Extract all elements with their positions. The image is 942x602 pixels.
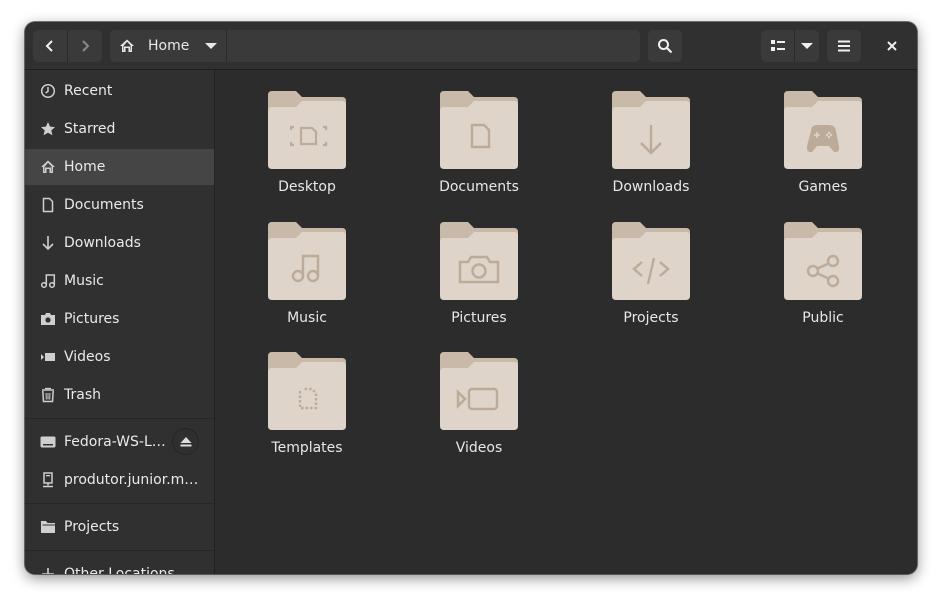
chevron-left-icon [45,40,53,52]
sidebar-item-starred[interactable]: Starred [25,111,214,147]
sidebar-device-network[interactable]: produtor.junior.m… [25,462,214,498]
view-dropdown-button[interactable] [795,30,819,62]
trash-icon [40,387,56,403]
header-bar: Home [25,22,917,70]
sidebar-separator [25,418,214,419]
sidebar-item-label: Downloads [64,235,141,251]
folder-name: Projects [623,310,679,326]
view-mode-button[interactable] [761,30,794,62]
folder-name: Templates [271,440,343,456]
home-icon [40,159,56,175]
sidebar-item-label: Home [64,159,106,175]
sidebar-item-label: Projects [64,519,120,535]
chevron-right-icon [82,40,90,52]
folder-name: Public [802,310,844,326]
sidebar-item-pictures[interactable]: Pictures [25,301,214,337]
folder-name: Downloads [612,179,690,195]
view-options [761,30,819,62]
search-icon [658,39,673,54]
folder-icon [440,91,518,169]
list-view-icon [770,40,785,51]
clock-icon [40,83,56,99]
hamburger-menu-icon [838,40,850,52]
sidebar-item-label: Recent [64,83,113,99]
folder-item-music[interactable]: Music [232,222,382,342]
eject-button[interactable] [172,428,199,455]
sidebar-separator [25,503,214,504]
folder-item-projects[interactable]: Projects [576,222,726,342]
folder-item-videos[interactable]: Videos [404,352,554,472]
home-icon [120,39,134,52]
sidebar-item-downloads[interactable]: Downloads [25,225,214,261]
navigation-buttons [33,30,102,62]
caret-down-icon[interactable] [205,42,218,50]
caret-down-icon [801,43,813,49]
star-icon [40,121,56,137]
folder-name: Documents [439,179,519,195]
close-icon [887,41,897,51]
search-button[interactable] [648,30,682,62]
folder-icon [40,519,56,535]
camera-icon [40,311,56,327]
arrow-down-icon [40,235,56,251]
sidebar-item-home[interactable]: Home [25,149,214,185]
folder-name: Desktop [278,179,336,195]
folder-name: Videos [455,440,503,456]
folder-icon [268,352,346,430]
folder-icon [784,91,862,169]
folder-item-pictures[interactable]: Pictures [404,222,554,342]
folder-name: Pictures [451,310,507,326]
folder-item-downloads[interactable]: Downloads [576,91,726,211]
forward-button[interactable] [68,30,102,62]
computer-icon [40,472,56,488]
sidebar-item-label: Music [64,273,104,289]
folder-name: Music [287,310,327,326]
file-manager-window: Home Recent Starred Home Documents Downl… [25,22,917,574]
sidebar-item-label: Trash [64,387,101,403]
sidebar-item-label: Pictures [64,311,120,327]
sidebar-separator [25,550,214,551]
path-button-home[interactable]: Home [110,30,227,62]
sidebar-item-label: Fedora-WS-L… [64,434,166,450]
sidebar-other-locations[interactable]: Other Locations [25,556,214,574]
sidebar: Recent Starred Home Documents Downloads … [25,70,215,574]
music-note-icon [40,273,56,289]
folder-icon [268,91,346,169]
folder-icon [612,91,690,169]
folder-item-documents[interactable]: Documents [404,91,554,211]
sidebar-item-videos[interactable]: Videos [25,339,214,375]
sidebar-item-label: produtor.junior.m… [64,472,199,488]
sidebar-item-label: Other Locations [64,566,175,574]
sidebar-item-trash[interactable]: Trash [25,377,214,413]
sidebar-item-label: Documents [64,197,144,213]
sidebar-item-recent[interactable]: Recent [25,73,214,109]
sidebar-bookmark-projects[interactable]: Projects [25,509,214,545]
path-bar-empty-area[interactable] [227,30,640,62]
sidebar-item-documents[interactable]: Documents [25,187,214,223]
drive-icon [40,434,56,450]
folder-item-desktop[interactable]: Desktop [232,91,382,211]
folder-icon [612,222,690,300]
video-camera-icon [40,349,56,365]
sidebar-item-label: Videos [64,349,111,365]
folder-icon [440,222,518,300]
file-view: Desktop Documents Downloads Games Music … [215,70,917,574]
folder-item-templates[interactable]: Templates [232,352,382,472]
main-menu-button[interactable] [827,30,861,62]
eject-icon [180,436,191,446]
back-button[interactable] [33,30,67,62]
folder-icon [268,222,346,300]
folder-item-public[interactable]: Public [748,222,898,342]
path-bar: Home [110,30,640,62]
sidebar-item-music[interactable]: Music [25,263,214,299]
sidebar-item-label: Starred [64,121,116,137]
close-button[interactable] [877,30,907,62]
plus-icon [40,566,56,574]
folder-icon [440,352,518,430]
folder-icon [784,222,862,300]
folder-name: Games [798,179,848,195]
folder-item-games[interactable]: Games [748,91,898,211]
path-label: Home [148,38,190,54]
document-icon [40,197,56,213]
